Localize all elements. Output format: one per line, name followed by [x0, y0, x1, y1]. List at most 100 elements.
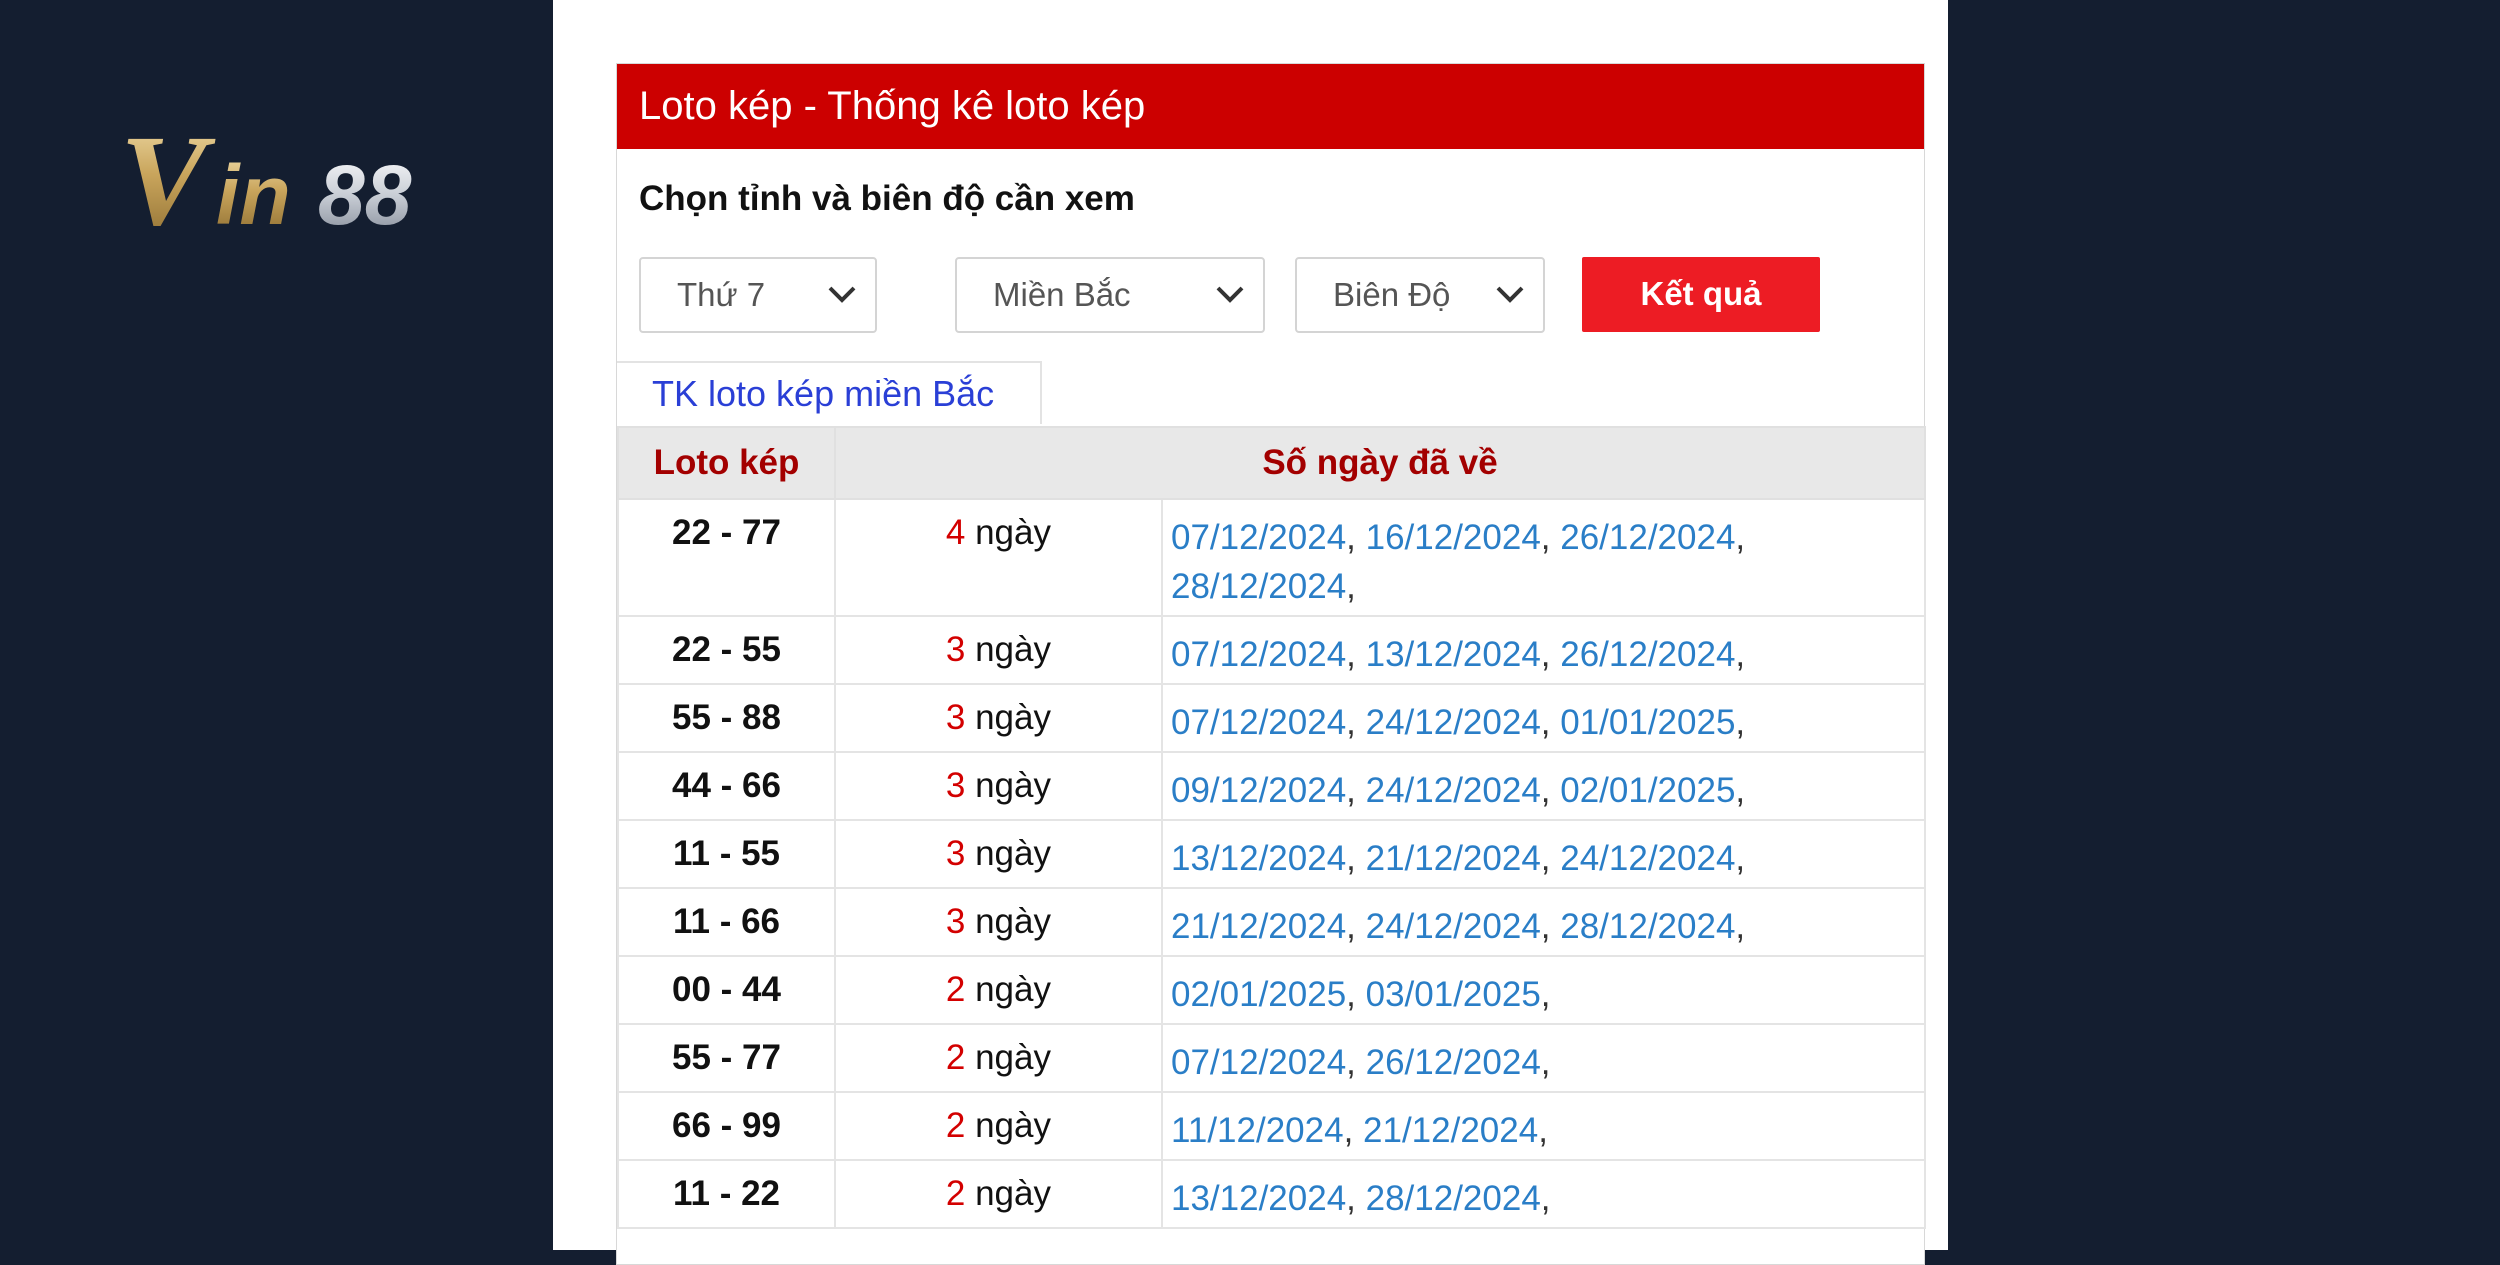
day-count: 3 ngày — [834, 819, 1163, 889]
day-count-number: 3 — [945, 630, 966, 669]
tab-loto-kep-mien-bac[interactable]: TK loto kép miền Bắc — [617, 361, 1042, 424]
date-link[interactable]: 28/12/2024 — [1171, 567, 1346, 606]
day-select[interactable]: Thứ 7 — [639, 257, 877, 333]
date-link[interactable]: 13/12/2024 — [1171, 1179, 1346, 1218]
date-link[interactable]: 26/12/2024 — [1366, 1043, 1541, 1082]
day-count-number: 2 — [945, 1106, 966, 1145]
date-link[interactable]: 28/12/2024 — [1366, 1179, 1541, 1218]
table-row: 66 - 99 2 ngày 11/12/2024, 21/12/2024, — [617, 1091, 1926, 1161]
day-select-value: Thứ 7 — [677, 276, 766, 313]
table-row: 11 - 55 3 ngày 13/12/2024, 21/12/2024, 24/… — [617, 819, 1926, 889]
loto-pair: 11 - 22 — [617, 1159, 836, 1229]
date-link[interactable]: 21/12/2024 — [1171, 907, 1346, 946]
svg-text:88: 88 — [318, 148, 412, 242]
day-count-unit: ngày — [975, 1174, 1051, 1213]
day-count-unit: ngày — [975, 513, 1051, 552]
day-count-number: 2 — [945, 970, 966, 1009]
loto-kep-table: Loto kép Số ngày đã về 22 - 77 4 ngày 07/1… — [617, 426, 1926, 1229]
loto-pair: 00 - 44 — [617, 955, 836, 1025]
day-count-unit: ngày — [975, 902, 1051, 941]
dates-cell: 13/12/2024, 28/12/2024, — [1161, 1159, 1926, 1229]
date-link[interactable]: 24/12/2024 — [1366, 907, 1541, 946]
date-link[interactable]: 13/12/2024 — [1366, 635, 1541, 674]
table-row: 00 - 44 2 ngày 02/01/2025, 03/01/2025, — [617, 955, 1926, 1025]
day-count: 4 ngày — [834, 498, 1163, 617]
day-count-number: 3 — [945, 766, 966, 805]
dates-cell: 07/12/2024, 16/12/2024, 26/12/2024, 28/1… — [1161, 498, 1926, 617]
day-count-unit: ngày — [975, 970, 1051, 1009]
date-link[interactable]: 07/12/2024 — [1171, 1043, 1346, 1082]
dates-cell: 11/12/2024, 21/12/2024, — [1161, 1091, 1926, 1161]
date-link[interactable]: 21/12/2024 — [1363, 1111, 1538, 1150]
loto-pair: 22 - 55 — [617, 615, 836, 685]
result-button[interactable]: Kết quả — [1582, 257, 1820, 332]
tab-label: TK loto kép miền Bắc — [652, 373, 995, 414]
range-select[interactable]: Biên Độ — [1295, 257, 1545, 333]
day-count: 2 ngày — [834, 1023, 1163, 1093]
svg-text:in: in — [216, 148, 291, 242]
header-so-ngay: Số ngày đã về — [834, 426, 1926, 500]
loto-kep-widget: Loto kép - Thống kê loto kép Chọn tỉnh v… — [616, 63, 1926, 1265]
day-count: 3 ngày — [834, 615, 1163, 685]
region-select[interactable]: Miền Bắc — [955, 257, 1265, 333]
loto-pair: 44 - 66 — [617, 751, 836, 821]
dates-cell: 21/12/2024, 24/12/2024, 28/12/2024, — [1161, 887, 1926, 957]
chevron-down-icon — [1216, 286, 1244, 303]
day-count-number: 2 — [945, 1174, 966, 1213]
table-row: 55 - 88 3 ngày 07/12/2024, 24/12/2024, 01/… — [617, 683, 1926, 753]
table-row: 44 - 66 3 ngày 09/12/2024, 24/12/2024, 02/… — [617, 751, 1926, 821]
loto-pair: 11 - 55 — [617, 819, 836, 889]
date-link[interactable]: 28/12/2024 — [1560, 907, 1735, 946]
day-count-number: 3 — [945, 902, 966, 941]
day-count-unit: ngày — [975, 630, 1051, 669]
date-link[interactable]: 26/12/2024 — [1560, 518, 1735, 557]
date-link[interactable]: 16/12/2024 — [1366, 518, 1541, 557]
loto-pair: 55 - 88 — [617, 683, 836, 753]
region-select-value: Miền Bắc — [993, 276, 1131, 313]
date-link[interactable]: 21/12/2024 — [1366, 839, 1541, 878]
loto-pair: 22 - 77 — [617, 498, 836, 617]
day-count: 2 ngày — [834, 1091, 1163, 1161]
day-count-number: 3 — [945, 834, 966, 873]
chevron-down-icon — [1496, 286, 1524, 303]
date-link[interactable]: 24/12/2024 — [1366, 771, 1541, 810]
content-panel: Loto kép - Thống kê loto kép Chọn tỉnh v… — [553, 0, 1948, 1265]
date-link[interactable]: 03/01/2025 — [1366, 975, 1541, 1014]
day-count-number: 4 — [945, 513, 966, 552]
loto-pair: 11 - 66 — [617, 887, 836, 957]
date-link[interactable]: 07/12/2024 — [1171, 635, 1346, 674]
dates-cell: 07/12/2024, 26/12/2024, — [1161, 1023, 1926, 1093]
day-count: 3 ngày — [834, 751, 1163, 821]
date-link[interactable]: 02/01/2025 — [1171, 975, 1346, 1014]
day-count-unit: ngày — [975, 766, 1051, 805]
date-link[interactable]: 11/12/2024 — [1171, 1111, 1344, 1150]
table-row: 11 - 66 3 ngày 21/12/2024, 24/12/2024, 28/… — [617, 887, 1926, 957]
filter-prompt: Chọn tỉnh và biên độ cần xem — [639, 179, 1135, 218]
header-loto-kep: Loto kép — [617, 426, 836, 500]
dates-cell: 07/12/2024, 24/12/2024, 01/01/2025, — [1161, 683, 1926, 753]
table-row: 55 - 77 2 ngày 07/12/2024, 26/12/2024, — [617, 1023, 1926, 1093]
date-link[interactable]: 01/01/2025 — [1560, 703, 1735, 742]
day-count-unit: ngày — [975, 834, 1051, 873]
date-link[interactable]: 24/12/2024 — [1560, 839, 1735, 878]
loto-pair: 55 - 77 — [617, 1023, 836, 1093]
date-link[interactable]: 09/12/2024 — [1171, 771, 1346, 810]
vin88-logo: V in 88 — [120, 112, 412, 242]
day-count-unit: ngày — [975, 1106, 1051, 1145]
date-link[interactable]: 07/12/2024 — [1171, 518, 1346, 557]
range-select-value: Biên Độ — [1333, 276, 1451, 313]
date-link[interactable]: 26/12/2024 — [1560, 635, 1735, 674]
date-link[interactable]: 07/12/2024 — [1171, 703, 1346, 742]
day-count-unit: ngày — [975, 1038, 1051, 1077]
date-link[interactable]: 02/01/2025 — [1560, 771, 1735, 810]
widget-title: Loto kép - Thống kê loto kép — [617, 64, 1924, 149]
table-row: 11 - 22 2 ngày 13/12/2024, 28/12/2024, — [617, 1159, 1926, 1229]
svg-text:V: V — [120, 112, 216, 242]
dates-cell: 13/12/2024, 21/12/2024, 24/12/2024, — [1161, 819, 1926, 889]
day-count: 2 ngày — [834, 1159, 1163, 1229]
chevron-down-icon — [828, 286, 856, 303]
date-link[interactable]: 24/12/2024 — [1366, 703, 1541, 742]
day-count-number: 2 — [945, 1038, 966, 1077]
date-link[interactable]: 13/12/2024 — [1171, 839, 1346, 878]
day-count-unit: ngày — [975, 698, 1051, 737]
